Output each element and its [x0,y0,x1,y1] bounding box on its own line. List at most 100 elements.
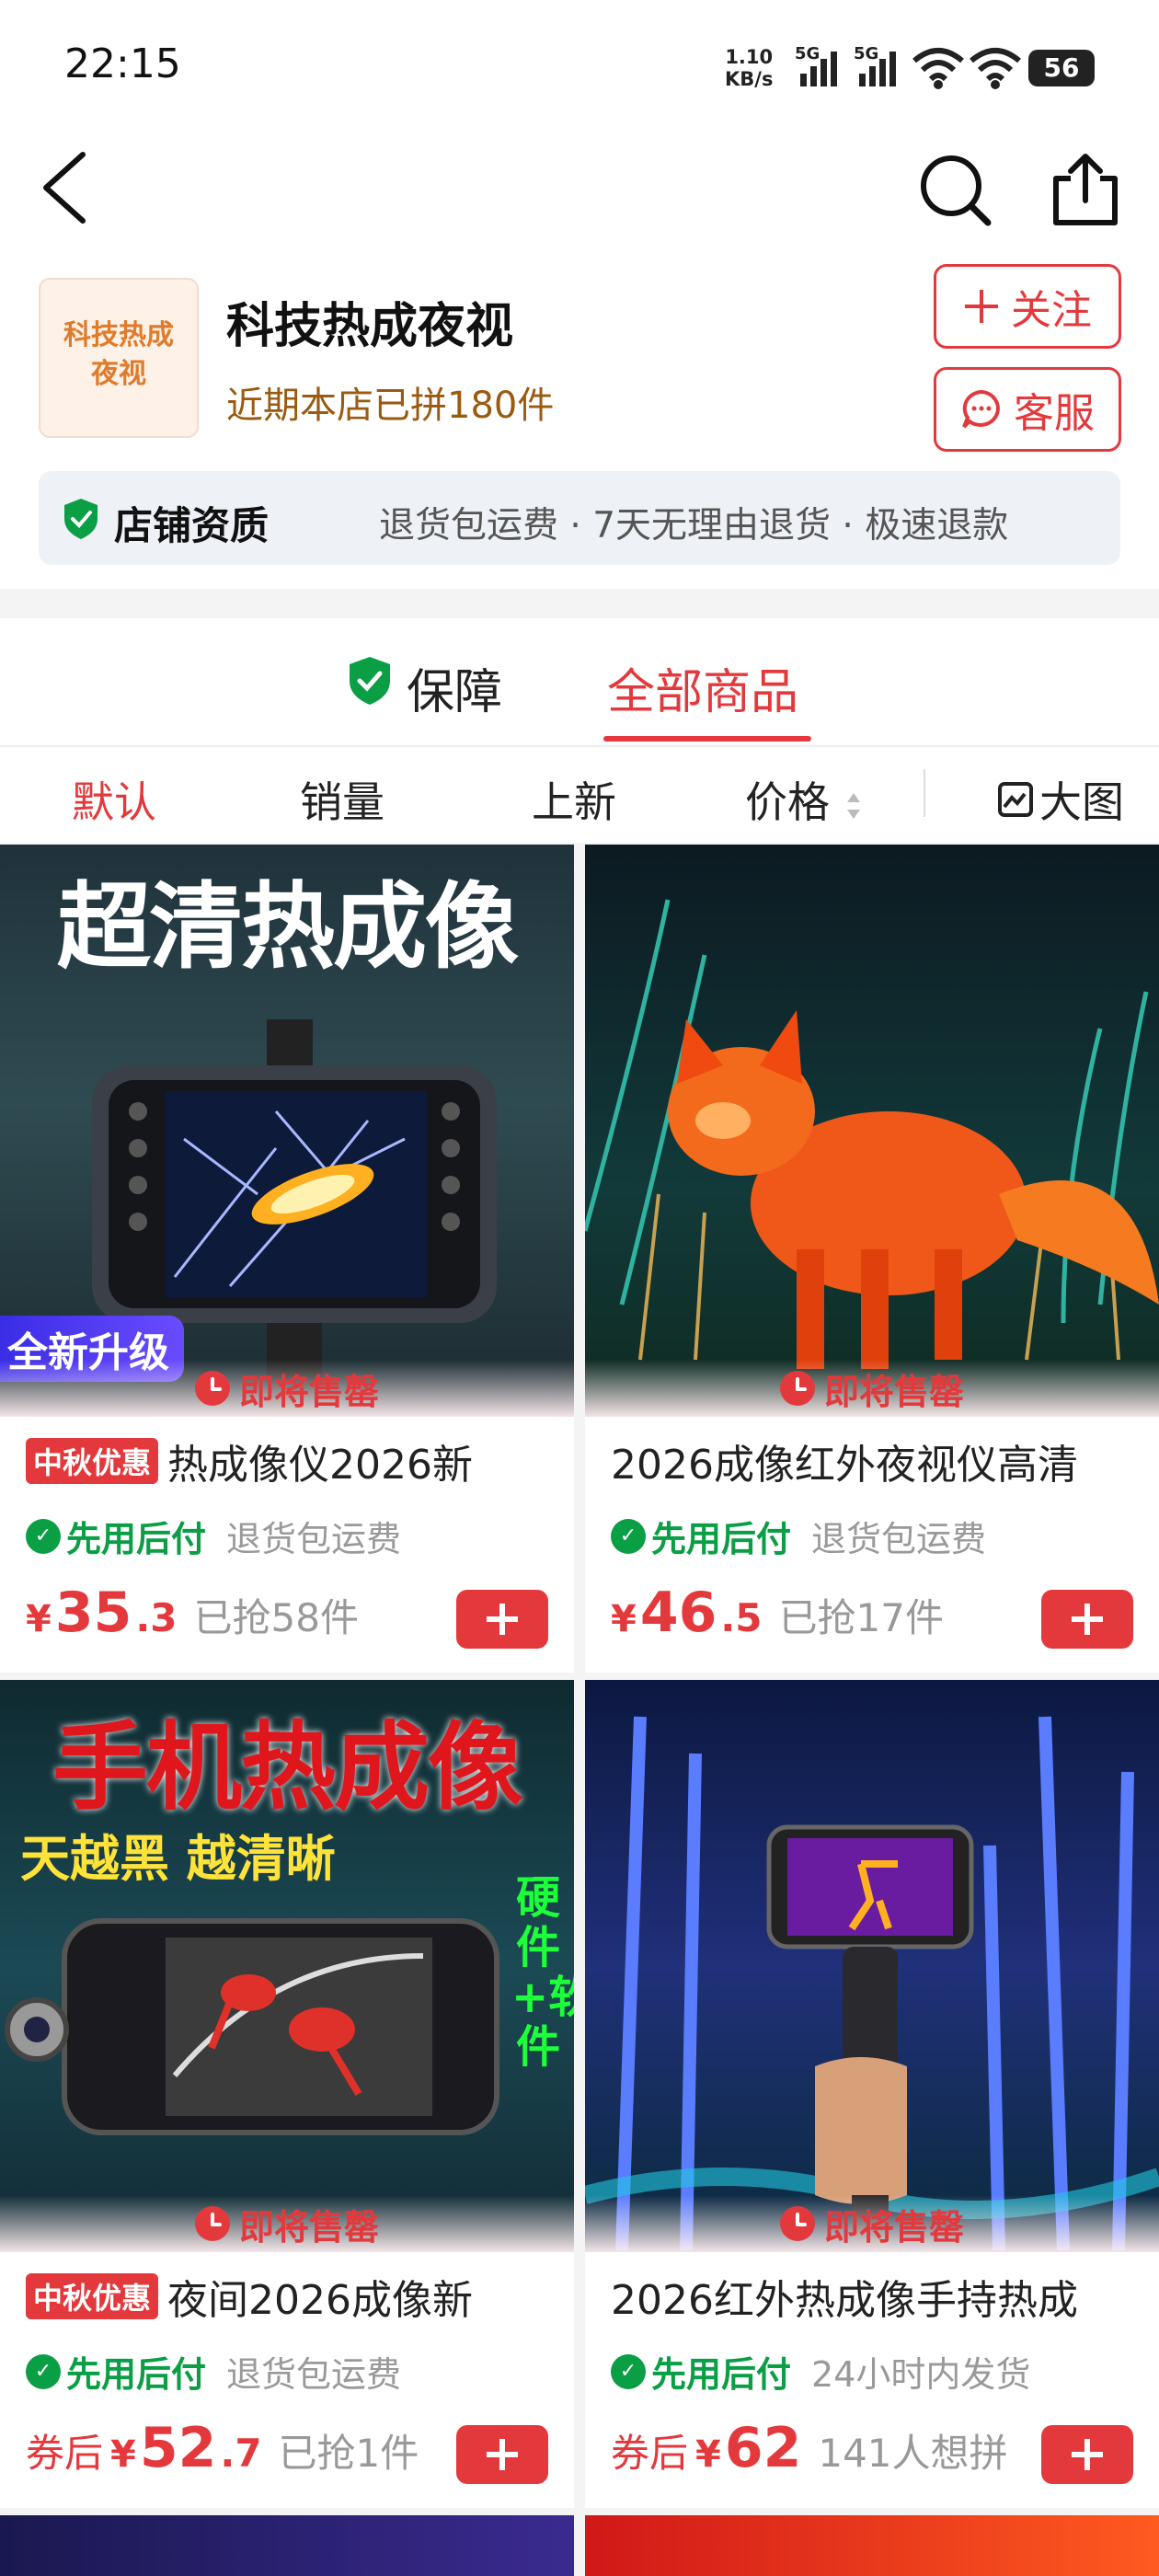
qualification-desc: 退货包运费 · 7天无理由退货 · 极速退款 [379,505,1009,546]
pay-later-icon: ✓ [611,2353,646,2389]
share-icon[interactable] [1049,151,1122,228]
product-title[interactable]: 2026红外热成像手持热成 [611,2267,1078,2326]
tab-bar [0,618,1159,747]
product-card[interactable]: 即将售罄 2026成像红外夜视仪高清 ✓ 先用后付 退货包运费 ¥ 46 .5 … [585,845,1159,1673]
product-card[interactable]: 手机热成像 天越黑 越清晰 硬件+软件 即将售罄 中秋优惠 夜间2026成像新 … [0,1680,574,2508]
clock-icon [779,1371,815,1406]
sort-sales[interactable]: 销量 [300,769,384,830]
pay-later-label: 先用后付 [651,2354,792,2395]
add-to-cart-button[interactable] [1041,1590,1133,1649]
product-image-subheadline: 天越黑 越清晰 [20,1830,336,1888]
price-integer: 35 [54,1581,132,1645]
sort-price[interactable]: 价格 [745,769,864,830]
thermal-fox-illustration [585,899,1159,1369]
service-tag: 退货包运费 [226,1519,402,1559]
sort-arrows-icon [846,792,860,819]
clock-icon [194,2206,230,2241]
currency-symbol: ¥ [611,1598,637,1640]
product-title-text: 2026成像红外夜视仪高清 [611,1442,1078,1489]
service-tag: 退货包运费 [811,1519,987,1559]
price-decimal: .5 [720,1595,763,1640]
customer-service-button[interactable]: 客服 [934,367,1121,452]
plus-icon [965,290,998,323]
picture-icon [998,782,1033,817]
tab-guarantee[interactable]: 保障 [407,653,502,722]
selling-out-label: 即将售罄 [238,1371,379,1412]
pay-later-tag: ✓ 先用后付 [611,1511,791,1561]
product-image-headline: 手机热成像 [52,1711,523,1823]
pay-later-icon: ✓ [611,1518,646,1554]
product-title-text: 热成像仪2026新 [167,1442,473,1489]
shop-logo[interactable]: 科技热成 夜视 [39,278,199,438]
service-tag: 24小时内发货 [811,2354,1031,2395]
add-to-cart-button[interactable] [456,2425,548,2484]
sort-default[interactable]: 默认 [72,769,156,830]
shield-check-icon [350,657,390,705]
promo-tag: 中秋优惠 [26,1438,159,1484]
pay-later-tag: ✓ 先用后付 [26,2346,206,2397]
product-tags: ✓ 先用后付 退货包运费 [26,2346,401,2397]
coupon-after-label: 券后 [26,2431,104,2476]
sort-big-image[interactable]: 大图 [997,769,1124,830]
plus-icon [487,2439,518,2470]
sold-count: 141人想拼 [818,2431,1008,2476]
qualification-title: 店铺资质 [114,503,270,548]
pay-later-label: 先用后付 [66,1519,207,1559]
big-view-label: 大图 [1039,777,1124,827]
product-card[interactable]: 即将售罄 2026红外热成像手持热成 ✓ 先用后付 24小时内发货 券后 ¥ 6… [585,1680,1159,2508]
currency-symbol: ¥ [110,2433,136,2476]
pay-later-label: 先用后付 [651,1519,792,1559]
shop-logo-line1: 科技热成 [63,319,174,351]
selling-out-label: 即将售罄 [823,1371,964,1412]
net-speed-value: 1.10 [725,46,774,68]
thermal-gimbal-illustration [585,1716,1159,2252]
product-image[interactable]: 超清热成像 全新升级 即将售罄 [0,845,574,1417]
back-icon[interactable] [37,149,92,226]
clock-icon [194,1371,230,1406]
product-tags: ✓ 先用后付 退货包运费 [611,1511,986,1561]
product-title-text: 2026红外热成像手持热成 [611,2277,1078,2324]
sort-price-label: 价格 [745,777,830,827]
follow-button[interactable]: 关注 [934,264,1121,349]
product-image-headline: 超清热成像 [57,873,519,983]
product-tags: ✓ 先用后付 24小时内发货 [611,2346,1030,2397]
net-speed-unit: KB/s [725,68,774,90]
product-title[interactable]: 中秋优惠 热成像仪2026新 [26,1432,473,1490]
selling-out-banner: 即将售罄 [0,1360,574,1417]
shield-check-icon [64,499,98,539]
product-tags: ✓ 先用后付 退货包运费 [26,1511,401,1561]
add-to-cart-button[interactable] [456,1590,548,1649]
shop-recent-sales: 近期本店已拼180件 [226,385,555,427]
pay-later-icon: ✓ [26,1518,61,1554]
shop-name: 科技热成夜视 [226,299,514,354]
add-to-cart-button[interactable] [1041,2425,1133,2484]
shop-logo-line2: 夜视 [91,358,146,390]
pay-later-tag: ✓ 先用后付 [26,1511,206,1561]
selling-out-banner: 即将售罄 [585,1360,1159,1417]
product-title[interactable]: 中秋优惠 夜间2026成像新 [26,2267,473,2326]
price-decimal: .7 [220,2431,262,2476]
product-title[interactable]: 2026成像红外夜视仪高清 [611,1432,1078,1490]
currency-symbol: ¥ [695,2433,721,2476]
product-card[interactable]: 超清热成像 全新升级 即将售罄 中秋优惠 热成像仪2026新 ✓ 先用后付 退货… [0,845,574,1673]
sort-new[interactable]: 上新 [532,769,616,830]
pay-later-icon: ✓ [26,2353,61,2389]
product-card-partial[interactable] [585,2515,1159,2576]
product-image-side-label: 硬件+软件 [511,1872,574,2073]
sort-divider [924,769,925,817]
follow-label: 关注 [1011,287,1092,334]
product-card-partial[interactable] [0,2515,574,2576]
sold-count: 已抢1件 [278,2431,419,2476]
tab-all-products[interactable]: 全部商品 [607,653,798,722]
pay-later-tag: ✓ 先用后付 [611,2346,791,2397]
search-icon[interactable] [918,153,992,226]
price-row: 券后 ¥ 62 141人想拼 [611,2416,1008,2480]
product-image[interactable]: 即将售罄 [585,845,1159,1417]
active-tab-indicator [603,736,811,742]
product-image[interactable]: 手机热成像 天越黑 越清晰 硬件+软件 即将售罄 [0,1680,574,2252]
plus-icon [487,1604,518,1635]
product-image[interactable]: 即将售罄 [585,1680,1159,2252]
service-label: 客服 [1014,390,1095,437]
pay-later-label: 先用后付 [66,2354,207,2395]
promo-tag: 中秋优惠 [26,2273,159,2319]
